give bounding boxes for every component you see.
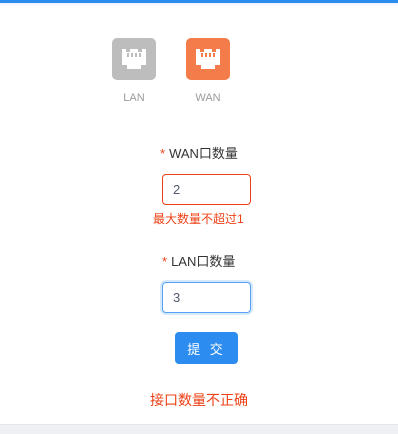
lan-port-icon[interactable] (112, 38, 156, 80)
ethernet-port-icon (196, 49, 220, 69)
wan-count-label-text: WAN口数量 (169, 146, 238, 161)
top-bar-shadow (0, 3, 398, 7)
lan-count-input[interactable] (162, 282, 251, 313)
lan-count-label: * LAN口数量 (162, 251, 235, 270)
ethernet-port-icon (122, 49, 146, 69)
lan-port-label: LAN (123, 92, 145, 104)
wan-port-icon[interactable] (186, 38, 230, 80)
wan-count-label: * WAN口数量 (160, 143, 238, 162)
wan-count-error: 最大数量不超过1 (153, 212, 244, 226)
error-message: 接口数量不正确 (150, 392, 248, 408)
required-mark: * (160, 146, 166, 161)
wan-count-input[interactable] (162, 174, 251, 205)
submit-button[interactable]: 提 交 (175, 332, 238, 364)
lan-count-label-text: LAN口数量 (171, 254, 236, 269)
required-mark: * (162, 254, 168, 269)
wan-port-label: WAN (195, 92, 221, 104)
